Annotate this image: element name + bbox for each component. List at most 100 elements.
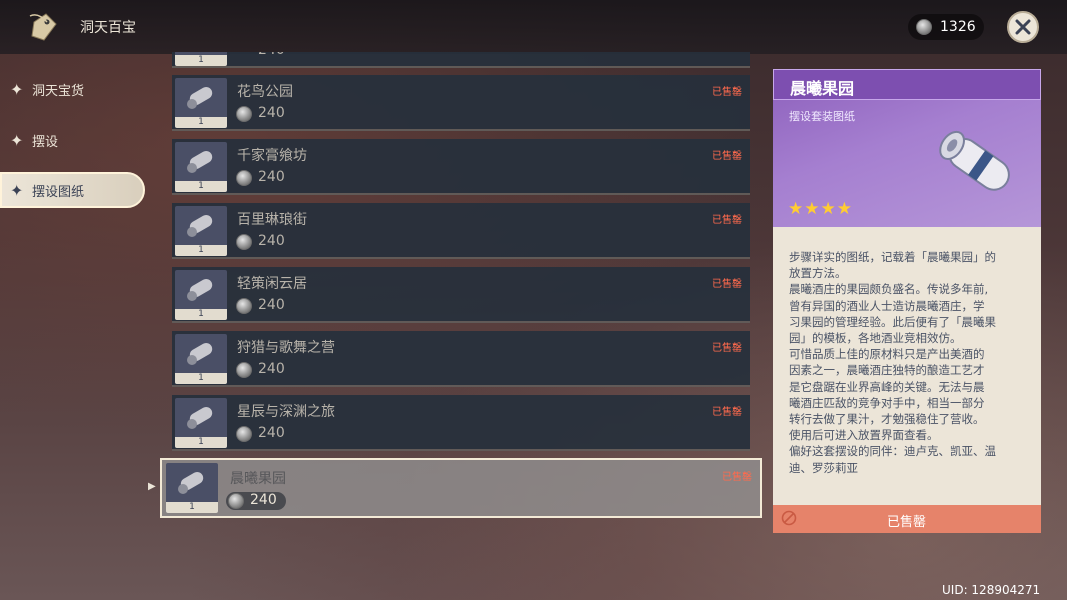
detail-title-bar: 晨曦果园 (773, 69, 1041, 100)
list-item[interactable]: 1 花鸟公园 240 已售罄 (172, 75, 750, 131)
description-line: 使用后可进入放置界面查看。 (789, 428, 939, 443)
item-price: 240 (258, 361, 285, 377)
sold-out-label: 已售罄 (712, 407, 742, 418)
coin-icon (236, 426, 252, 442)
description-line: 偏好这套摆设的同伴：迪卢克、凯亚、温 (789, 444, 996, 459)
description-line: 可惜品质上佳的原材料只是产出美酒的 (789, 347, 985, 362)
scroll-icon (187, 215, 213, 237)
coin-icon (236, 298, 252, 314)
sparkle-icon: ✦ (10, 131, 24, 150)
item-thumbnail: 1 (175, 142, 227, 192)
description-line: 步骤详实的图纸，记载着「晨曦果园」的 (789, 250, 996, 264)
sold-out-label: 已售罄 (722, 472, 752, 483)
scroll-icon (187, 151, 213, 173)
selection-arrow-icon: ▶ (148, 481, 156, 492)
list-item[interactable]: 1 千家膏飨坊 240 已售罄 (172, 139, 750, 195)
list-item[interactable]: 1 百里琳琅街 240 已售罄 (172, 203, 750, 259)
item-type: 摆设套装图纸 (789, 110, 855, 123)
close-icon (1015, 19, 1031, 35)
item-price: 240 (258, 169, 285, 185)
item-thumbnail: 1 (175, 270, 227, 320)
item-price: 240 (258, 105, 285, 121)
sold-out-label: 已售罄 (712, 279, 742, 290)
item-price: 240 (258, 233, 285, 249)
item-count: 1 (166, 502, 218, 513)
sidebar-item-furnishings[interactable]: ✦ 摆设 (0, 122, 145, 158)
item-count: 1 (175, 245, 227, 256)
user-id: UID: 128904271 (942, 583, 1041, 597)
coin-icon (236, 106, 252, 122)
item-count: 1 (175, 55, 227, 66)
sidebar-item-realm-treasures[interactable]: ✦ 洞天宝货 (0, 71, 145, 107)
description-line: 习果园的管理经验。此后便有了「晨曦果 (789, 314, 996, 329)
description-line: 转行去做了果汁，才勉强稳住了营收。 (789, 412, 985, 427)
item-price: 240 (258, 52, 285, 58)
disabled-icon (781, 510, 797, 530)
item-thumbnail: 1 (175, 398, 227, 448)
item-count: 1 (175, 437, 227, 448)
item-name: 晨曦果园 (230, 471, 286, 487)
sold-out-label: 已售罄 (712, 215, 742, 226)
scroll-icon (187, 279, 213, 301)
item-thumbnail: 1 (175, 334, 227, 384)
description-line: 迪、罗莎莉亚 (789, 460, 858, 475)
sidebar-item-label: 洞天宝货 (32, 84, 85, 99)
buy-button-label: 已售罄 (887, 515, 927, 530)
item-count: 1 (175, 373, 227, 384)
sidebar-item-label: 摆设图纸 (32, 185, 85, 200)
close-button[interactable] (1007, 11, 1039, 43)
currency-display: 1326 (908, 14, 984, 40)
item-thumbnail: 1 (175, 206, 227, 256)
detail-description: 步骤详实的图纸，记载着「晨曦果园」的 放置方法。 晨曦酒庄的果园颇负盛名。传说多年前… (773, 227, 1041, 505)
description-line: 是它盘踞在业界高峰的关键。无法与晨 (789, 379, 985, 394)
item-price: 240 (258, 425, 285, 441)
item-name: 千家膏飨坊 (237, 148, 307, 164)
item-thumbnail: 1 (166, 463, 218, 513)
sidebar-item-furnishing-blueprints[interactable]: ✦ 摆设图纸 (0, 172, 145, 208)
sold-out-label: 已售罄 (712, 151, 742, 162)
scroll-icon (187, 407, 213, 429)
sparkle-icon: ✦ (10, 80, 24, 99)
scroll-icon (187, 87, 213, 109)
coin-icon (228, 493, 244, 509)
description-text: 步骤详实的图纸，记载着「晨曦果园」的 放置方法。 晨曦酒庄的果园颇负盛名。传说多年前… (789, 249, 1029, 476)
rarity-stars: ★★★★ (788, 199, 853, 219)
item-thumbnail: 1 (175, 78, 227, 128)
description-line: 放置方法。 (789, 266, 847, 281)
list-item-selected[interactable]: 1 晨曦果园 240 已售罄 (160, 458, 762, 518)
shop-title: 洞天百宝 (80, 20, 136, 36)
sold-out-label: 已售罄 (712, 343, 742, 354)
item-price: 240 (250, 492, 277, 508)
coin-icon (236, 170, 252, 186)
description-line: 曾有异国的酒业人士造访晨曦酒庄，学 (789, 298, 985, 313)
item-count: 1 (175, 117, 227, 128)
item-name: 轻策闲云居 (237, 276, 307, 292)
coin-icon (236, 362, 252, 378)
item-name: 狩猎与歌舞之营 (237, 340, 335, 356)
description-line: 因素之一，晨曦酒庄独特的酿造工艺才 (789, 363, 985, 378)
scroll-icon (187, 343, 213, 365)
item-count: 1 (175, 181, 227, 192)
blueprint-scroll-icon (923, 111, 1033, 225)
item-thumbnail: 1 (175, 52, 227, 66)
item-detail-panel: 晨曦果园 摆设套装图纸 ★★★★ 步骤详实的图纸，记载着「晨曦果园」的 放置方法。… (773, 69, 1041, 533)
list-item[interactable]: 1 狩猎与歌舞之营 240 已售罄 (172, 331, 750, 387)
detail-header: 晨曦果园 摆设套装图纸 ★★★★ (773, 69, 1041, 227)
sidebar-item-label: 摆设 (32, 135, 59, 150)
description-line: 园」的模板，各地酒业竞相效仿。 (789, 331, 962, 346)
list-item[interactable]: 1 轻策闲云居 240 已售罄 (172, 267, 750, 323)
item-price: 240 (258, 297, 285, 313)
scroll-icon (178, 472, 204, 494)
top-bar: 洞天百宝 1326 (0, 0, 1067, 54)
list-item-partial[interactable]: 1 240 (172, 52, 750, 68)
buy-button[interactable]: 已售罄 (773, 505, 1041, 533)
description-line: 晨曦酒庄的果园颇负盛名。传说多年前, (789, 282, 989, 297)
coin-icon (236, 234, 252, 250)
item-name: 星辰与深渊之旅 (237, 404, 335, 420)
coin-icon (916, 19, 932, 35)
currency-value: 1326 (940, 19, 976, 35)
item-name: 百里琳琅街 (237, 212, 307, 228)
sold-out-label: 已售罄 (712, 87, 742, 98)
list-item[interactable]: 1 星辰与深渊之旅 240 已售罄 (172, 395, 750, 451)
detail-title: 晨曦果园 (790, 79, 855, 98)
